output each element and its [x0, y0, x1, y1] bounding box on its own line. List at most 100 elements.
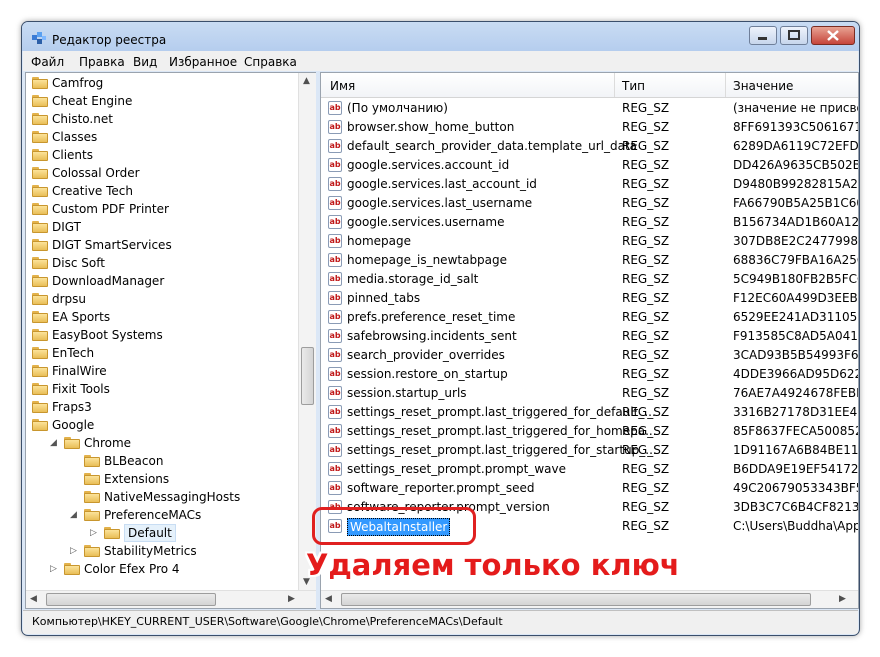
list-row[interactable]: ab browser.show_home_button REG_SZ 8FF69139… [321, 118, 858, 137]
tree-item[interactable]: DIGT [26, 218, 296, 236]
list-hscroll-thumb[interactable] [341, 593, 811, 606]
tree-item[interactable]: ◢ PreferenceMACs [26, 506, 296, 524]
list-row[interactable]: ab (По умолчанию) REG_SZ (значение не присв… [321, 99, 858, 118]
list-row[interactable]: ab homepage_is_newtabpage REG_SZ 68836C79FB… [321, 251, 858, 270]
list-row[interactable]: ab homepage REG_SZ 307DB8E2C247799828F [321, 232, 858, 251]
column-header-name[interactable]: Имя [330, 79, 355, 93]
scroll-left-icon[interactable]: ◀ [30, 594, 37, 604]
tree-item[interactable]: NativeMessagingHosts [26, 488, 296, 506]
tree-item-label: EnTech [52, 346, 95, 360]
tree-item-label: DownloadManager [52, 274, 165, 288]
key-tree-pane[interactable]: ▲ ▼ ◀ ▶ Camfrog Cheat Engine Chisto.net Cla… [25, 72, 317, 609]
value-type: REG_SZ [622, 139, 670, 153]
value-data: 1D91167A6B84BE11E7 [733, 443, 859, 457]
scroll-right-icon[interactable]: ▶ [288, 594, 295, 604]
column-separator[interactable] [725, 73, 726, 97]
tree-item[interactable]: Creative Tech [26, 182, 296, 200]
tree-item[interactable]: EasyBoot Systems [26, 326, 296, 344]
value-type: REG_SZ [622, 101, 670, 115]
list-row[interactable]: ab google.services.last_account_id REG_SZ D… [321, 175, 858, 194]
list-row[interactable]: ab search_provider_overrides REG_SZ 3CAD93B… [321, 346, 858, 365]
value-data: 307DB8E2C247799828F [733, 234, 859, 248]
list-row[interactable]: ab google.services.username REG_SZ B156734A… [321, 213, 858, 232]
folder-icon [64, 437, 80, 449]
tree-item-label: DIGT SmartServices [52, 238, 172, 252]
list-horizontal-scrollbar[interactable]: ◀ ▶ [321, 590, 858, 608]
scroll-right-icon[interactable]: ▶ [839, 594, 846, 604]
list-row[interactable]: ab pinned_tabs REG_SZ F12EC60A499D3EEBDA [321, 289, 858, 308]
tree-item-label: Disc Soft [52, 256, 105, 270]
menu-file[interactable]: Файл [31, 55, 64, 69]
tree-item[interactable]: Cheat Engine [26, 92, 296, 110]
menu-view[interactable]: Вид [133, 55, 157, 69]
tree-item[interactable]: EA Sports [26, 308, 296, 326]
string-value-icon: ab [328, 158, 342, 172]
tree-item[interactable]: Fraps3 [26, 398, 296, 416]
expand-arrow-icon[interactable]: ▷ [90, 524, 97, 542]
tree-item[interactable]: FinalWire [26, 362, 296, 380]
expand-arrow-icon[interactable]: ◢ [70, 506, 77, 524]
tree-item[interactable]: DownloadManager [26, 272, 296, 290]
tree-item[interactable]: Custom PDF Printer [26, 200, 296, 218]
scroll-up-icon[interactable]: ▲ [303, 76, 310, 86]
list-row[interactable]: ab default_search_provider_data.template_… [321, 137, 858, 156]
tree-item[interactable]: Camfrog [26, 74, 296, 92]
minimize-button[interactable] [749, 26, 777, 45]
tree-scroll-thumb[interactable] [301, 347, 314, 405]
tree-item[interactable]: ▷ Color Efex Pro 4 [26, 560, 296, 578]
tree-item[interactable]: Fixit Tools [26, 380, 296, 398]
tree-item[interactable]: Disc Soft [26, 254, 296, 272]
expand-arrow-icon[interactable]: ▷ [50, 560, 57, 578]
list-row[interactable]: ab google.services.account_id REG_SZ DD426A… [321, 156, 858, 175]
list-row[interactable]: ab safebrowsing.incidents_sent REG_SZ F9135… [321, 327, 858, 346]
menu-favorites[interactable]: Избранное [169, 55, 237, 69]
tree-item[interactable]: ▷ StabilityMetrics [26, 542, 296, 560]
tree-item[interactable]: Chisto.net [26, 110, 296, 128]
tree-item[interactable]: ◢ Chrome [26, 434, 296, 452]
column-header-type[interactable]: Тип [622, 79, 645, 93]
folder-icon [104, 527, 120, 539]
column-separator[interactable] [614, 73, 615, 97]
tree-item[interactable]: DIGT SmartServices [26, 236, 296, 254]
scroll-left-icon[interactable]: ◀ [325, 594, 332, 604]
tree-item-label: FinalWire [52, 364, 107, 378]
tree-item-label: Color Efex Pro 4 [84, 562, 180, 576]
list-row[interactable]: ab settings_reset_prompt.prompt_wave REG_S… [321, 460, 858, 479]
list-row[interactable]: ab settings_reset_prompt.last_triggered_f… [321, 403, 858, 422]
list-row[interactable]: ab session.startup_urls REG_SZ 76AE7A492467… [321, 384, 858, 403]
value-type: REG_SZ [622, 291, 670, 305]
folder-icon [32, 131, 48, 143]
tree-item-label: Fraps3 [52, 400, 92, 414]
tree-item[interactable]: Colossal Order [26, 164, 296, 182]
list-row[interactable]: ab settings_reset_prompt.last_triggered_f… [321, 441, 858, 460]
list-row[interactable]: ab prefs.preference_reset_time REG_SZ 6529E… [321, 308, 858, 327]
expand-arrow-icon[interactable]: ▷ [70, 542, 77, 560]
tree-item[interactable]: Google [26, 416, 296, 434]
value-data: 68836C79FBA16A25CD [733, 253, 858, 267]
annotation-text: Удаляем только ключ [306, 548, 680, 582]
tree-item[interactable]: ▷ Default [26, 524, 296, 542]
tree-item[interactable]: Clients [26, 146, 296, 164]
tree-item[interactable]: EnTech [26, 344, 296, 362]
menu-help[interactable]: Справка [244, 55, 297, 69]
column-header-value[interactable]: Значение [733, 79, 793, 93]
folder-icon [32, 239, 48, 251]
tree-item-label: PreferenceMACs [104, 508, 202, 522]
maximize-button[interactable] [780, 26, 808, 45]
value-type: REG_SZ [622, 329, 670, 343]
tree-item[interactable]: Extensions [26, 470, 296, 488]
tree-item[interactable]: drpsu [26, 290, 296, 308]
menu-edit[interactable]: Правка [79, 55, 125, 69]
close-button[interactable] [811, 26, 855, 45]
tree-item[interactable]: Classes [26, 128, 296, 146]
list-row[interactable]: ab media.storage_id_salt REG_SZ 5C949B180FB… [321, 270, 858, 289]
tree-item[interactable]: BLBeacon [26, 452, 296, 470]
list-row[interactable]: ab session.restore_on_startup REG_SZ 4DDE39… [321, 365, 858, 384]
list-row[interactable]: ab google.services.last_username REG_SZ FA6… [321, 194, 858, 213]
tree-horizontal-scrollbar[interactable]: ◀ ▶ [26, 590, 316, 608]
list-row[interactable]: ab settings_reset_prompt.last_triggered_f… [321, 422, 858, 441]
tree-hscroll-thumb[interactable] [46, 593, 216, 606]
value-name: google.services.last_username [347, 196, 533, 210]
list-row[interactable]: ab software_reporter.prompt_seed REG_SZ 49C… [321, 479, 858, 498]
expand-arrow-icon[interactable]: ◢ [50, 434, 57, 452]
